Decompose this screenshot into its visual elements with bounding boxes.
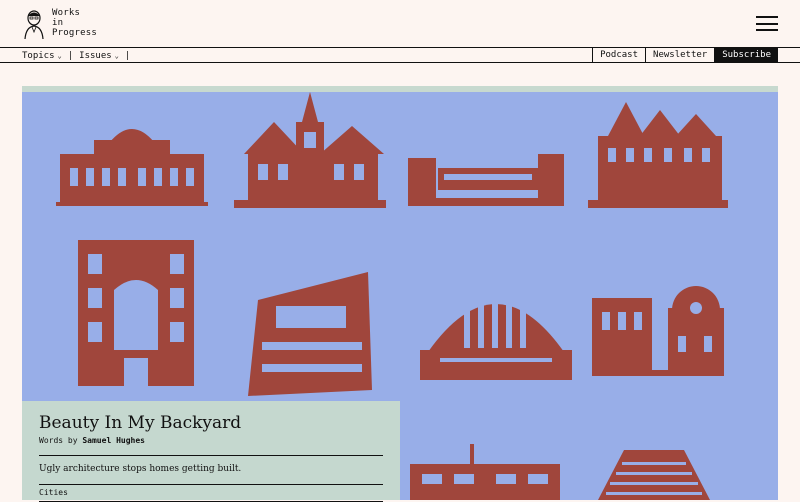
chevron-down-icon: ⌄ (114, 52, 119, 60)
modernist-villa-illustration (408, 148, 564, 208)
article-title[interactable]: Beauty In My Backyard (39, 413, 383, 433)
nav-separator: | (67, 51, 74, 61)
article-byline: Words by Samuel Hughes (39, 436, 383, 445)
nav-separator: | (124, 51, 131, 61)
portrait-logo-icon (22, 8, 46, 40)
article-card[interactable]: Beauty In My Backyard Words by Samuel Hu… (22, 401, 400, 502)
byline-prefix: Words by (39, 436, 78, 445)
author-link[interactable]: Samuel Hughes (82, 436, 145, 445)
category-tag[interactable]: Cities (39, 488, 383, 497)
article-description: Ugly architecture stops homes getting bu… (39, 464, 242, 474)
brand-line: Progress (52, 28, 97, 38)
castle-building-illustration (592, 278, 724, 376)
nav-bar: Topics ⌄ | Issues ⌄ | Podcast Newsletter… (0, 47, 800, 63)
issues-label: Issues (79, 51, 112, 61)
art-nouveau-facade-illustration (78, 240, 194, 386)
issues-dropdown[interactable]: Issues ⌄ (79, 51, 119, 61)
brand-name: Works in Progress (52, 8, 97, 38)
opera-house-illustration (54, 118, 210, 208)
brand-line: in (52, 18, 64, 28)
divider (39, 484, 383, 485)
brutalist-building-illustration (248, 272, 378, 396)
chateau-illustration (588, 96, 728, 208)
newsletter-button[interactable]: Newsletter (645, 47, 715, 63)
brand-line: Works (52, 8, 81, 18)
topics-label: Topics (22, 51, 55, 61)
chevron-down-icon: ⌄ (57, 52, 62, 60)
victorian-house-illustration (234, 92, 386, 208)
hamburger-menu-icon[interactable] (756, 16, 778, 31)
bungalow-illustration (410, 444, 560, 500)
nav-left: Topics ⌄ | Issues ⌄ | (22, 48, 136, 64)
nav-right: Podcast Newsletter Subscribe (592, 47, 778, 63)
railway-station-illustration (420, 266, 572, 382)
topics-dropdown[interactable]: Topics ⌄ (22, 51, 62, 61)
divider (39, 455, 383, 456)
podcast-button[interactable]: Podcast (592, 47, 646, 63)
subscribe-button[interactable]: Subscribe (714, 47, 778, 63)
hero-strip (22, 86, 778, 92)
site-logo[interactable]: Works in Progress (22, 8, 97, 40)
library-building-illustration (598, 450, 710, 500)
